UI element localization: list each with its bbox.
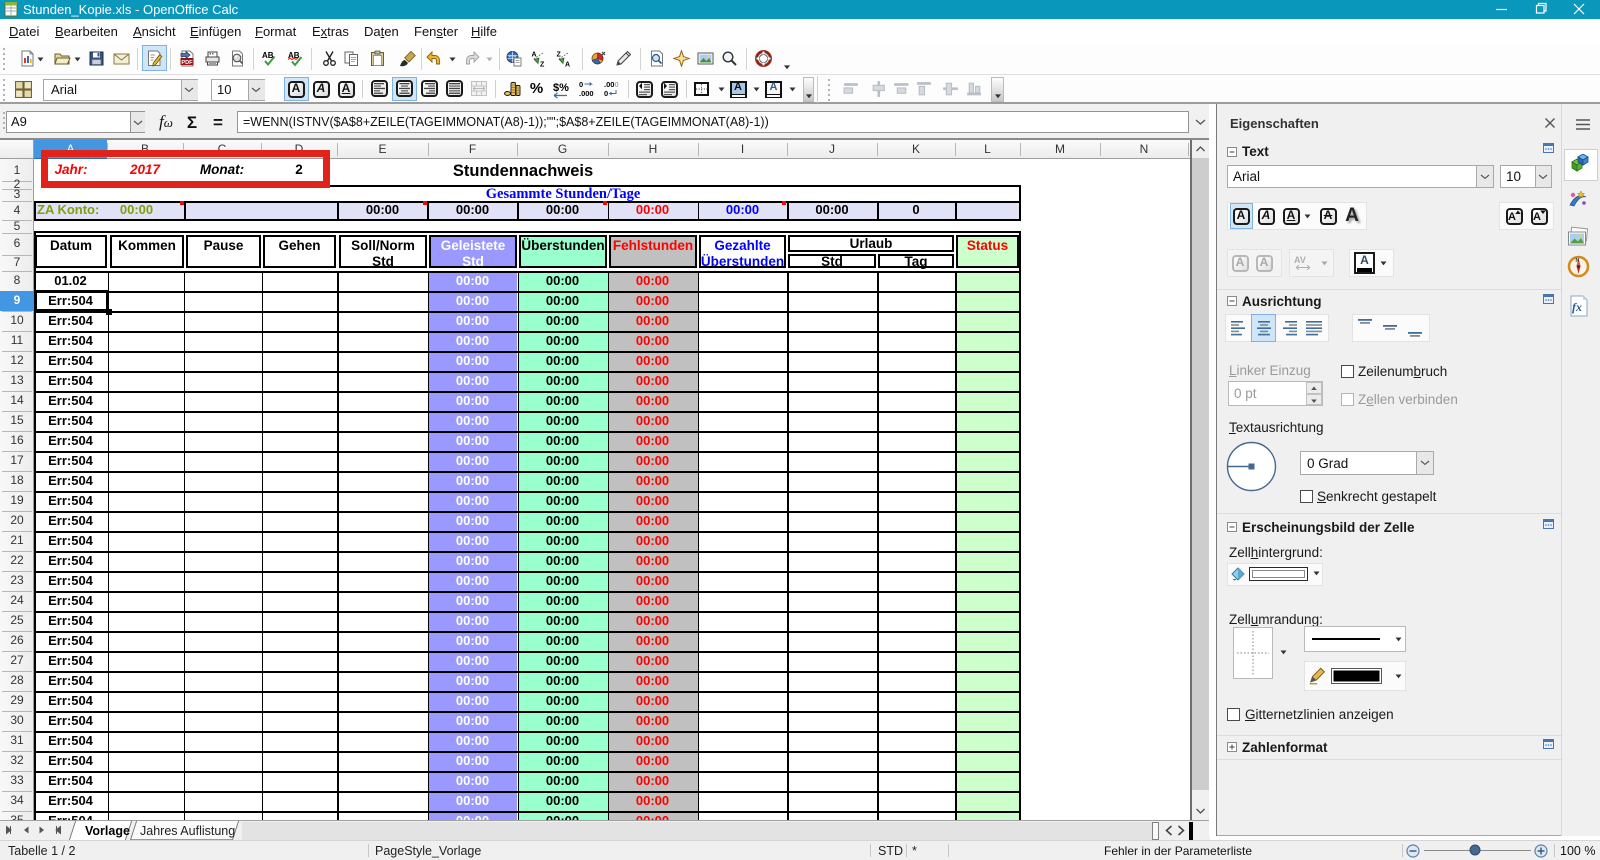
svg-text:$%: $% <box>553 82 569 94</box>
svg-text:fx: fx <box>1572 300 1582 314</box>
svg-text:A: A <box>532 52 537 59</box>
svg-text:AV: AV <box>1294 255 1306 265</box>
svg-text:.00: .00 <box>604 80 614 89</box>
svg-text:Z: Z <box>557 52 562 59</box>
svg-text:0: 0 <box>615 80 619 89</box>
svg-text:A: A <box>565 62 570 68</box>
svg-text:N: N <box>1576 258 1580 264</box>
svg-text:.000: .000 <box>579 89 594 98</box>
svg-text:0: 0 <box>579 80 583 89</box>
svg-text:Z: Z <box>540 62 545 68</box>
svg-text:0: 0 <box>604 89 608 98</box>
svg-text:PDF: PDF <box>181 60 193 66</box>
